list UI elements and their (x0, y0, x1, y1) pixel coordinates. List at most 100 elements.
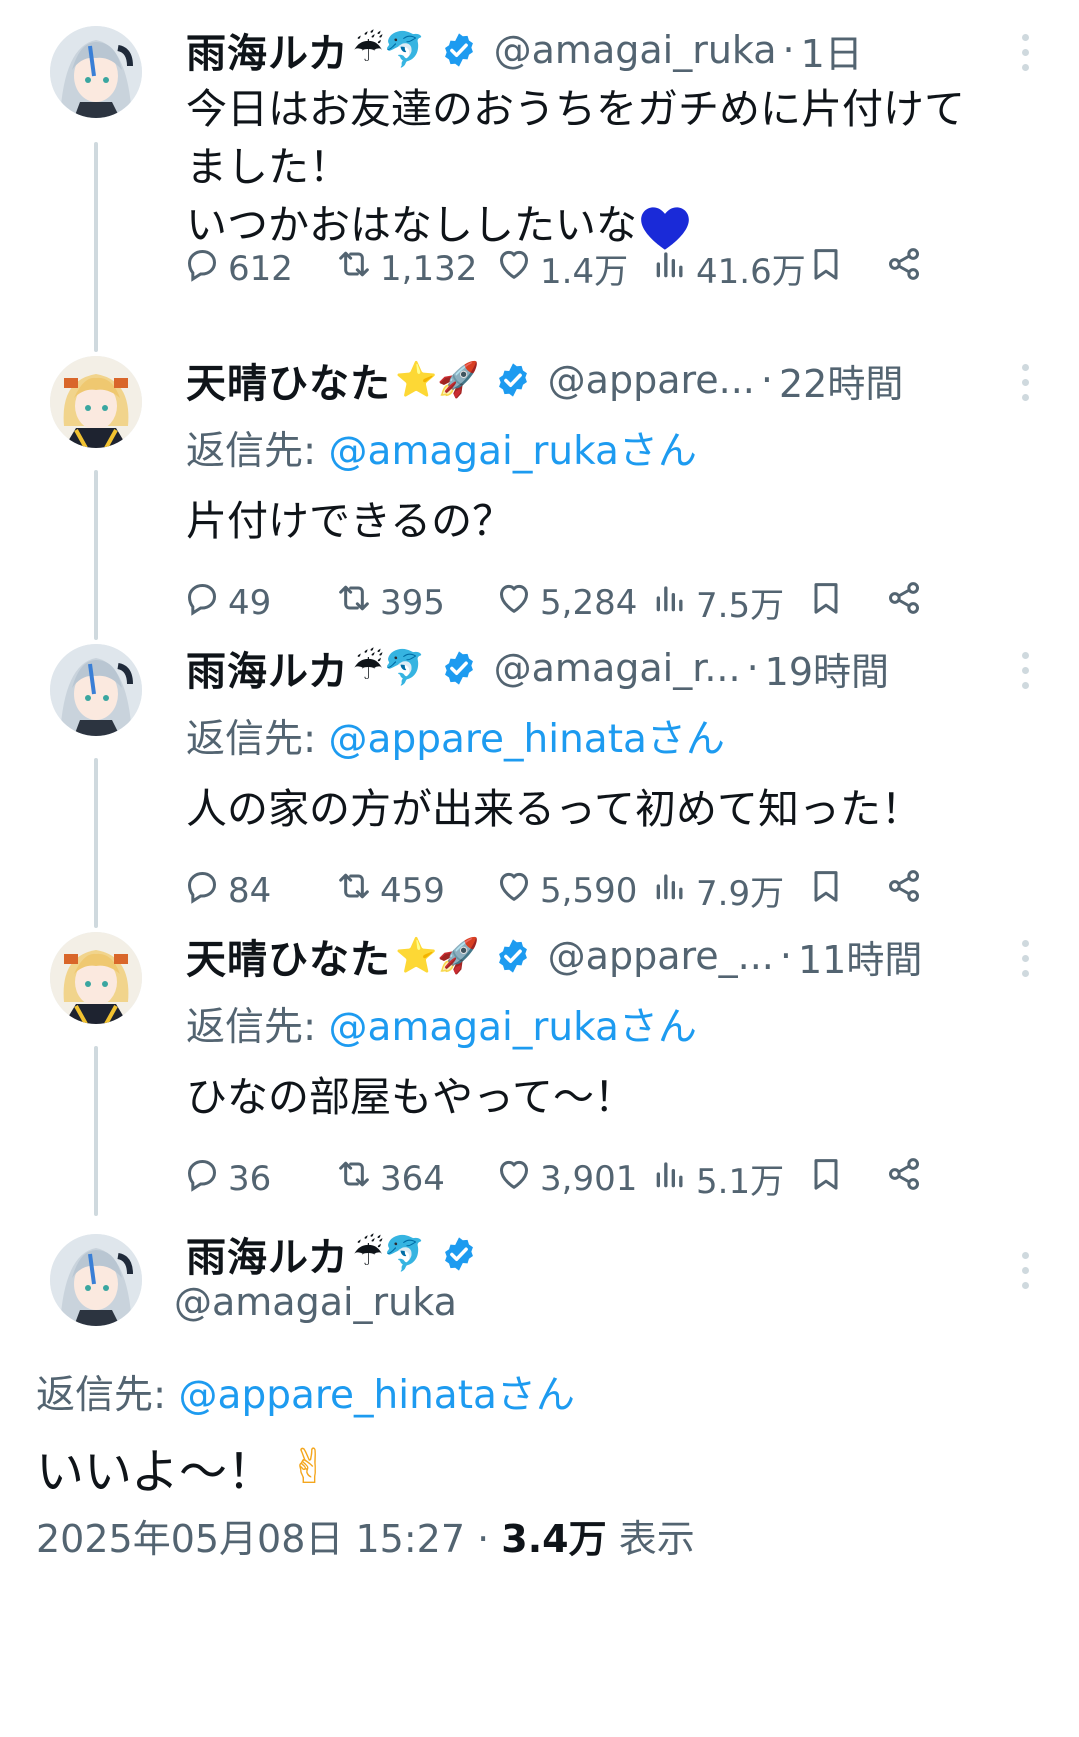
tweet-text: 人の家の方が出来るって初めて知った！ (186, 780, 1019, 838)
reply-icon (182, 866, 228, 915)
views-icon (650, 578, 696, 627)
avatar[interactable] (50, 26, 142, 118)
tweet-time[interactable]: 19時間 (765, 641, 889, 696)
more-icon[interactable] (1017, 34, 1033, 71)
handle[interactable]: @amagai_r... (494, 646, 741, 690)
handle[interactable]: @amagai_ruka (494, 28, 777, 72)
bookmark-icon (806, 244, 852, 293)
thread-line (94, 758, 98, 928)
reply-count: 49 (228, 582, 272, 623)
avatar[interactable] (50, 644, 142, 736)
views-count: 7.9万 (696, 874, 785, 914)
tweet-time[interactable]: 11時間 (798, 929, 922, 984)
display-name[interactable]: 天晴ひなた (186, 927, 391, 985)
display-name[interactable]: 雨海ルカ (186, 1225, 349, 1283)
like-button[interactable]: 1.4万 (494, 244, 628, 293)
display-name[interactable]: 天晴ひなた (186, 351, 391, 409)
views-count: 5.1万 (696, 1162, 785, 1202)
reply-to-label: 返信先: (186, 1005, 329, 1050)
like-count: 3,901 (540, 1158, 638, 1199)
views-button[interactable]: 7.9万 (650, 866, 784, 915)
reply-button[interactable]: 49 (182, 578, 271, 627)
verified-icon (494, 361, 532, 399)
share-button[interactable] (884, 866, 930, 915)
reply-to: 返信先: @amagai_rukaさん (186, 420, 697, 476)
views-button[interactable]: 7.5万 (650, 578, 784, 627)
reply-to-label: 返信先: (186, 429, 329, 474)
avatar[interactable] (50, 932, 142, 1024)
like-button[interactable]: 3,901 (494, 1154, 637, 1203)
repost-button[interactable]: 395 (334, 578, 445, 627)
share-button[interactable] (884, 1154, 930, 1203)
like-count: 5,590 (540, 870, 638, 911)
tweet-text-content: 人の家の方が出来るって初めて知った！ (186, 785, 922, 833)
more-icon[interactable] (1017, 652, 1033, 689)
share-button[interactable] (884, 578, 930, 627)
name-emoji: ⭐🚀 (395, 936, 480, 976)
name-emoji: ☔🐬 (352, 30, 426, 70)
like-count: 1.4万 (540, 252, 629, 292)
reply-to-mention[interactable]: @amagai_rukaさん (329, 429, 697, 474)
reply-button[interactable]: 612 (182, 244, 293, 293)
repost-button[interactable]: 364 (334, 1154, 445, 1203)
reply-count: 612 (228, 248, 293, 289)
name-emoji: ☔🐬 (352, 1234, 426, 1274)
handle[interactable]: @amagai_ruka (174, 1280, 457, 1324)
views-count: 41.6万 (696, 252, 806, 292)
separator-dot: · (746, 646, 759, 690)
tweet-actions: 612 1,132 1.4万 41.6万 (186, 244, 1033, 294)
handle[interactable]: @appare... (548, 358, 755, 402)
more-icon[interactable] (1017, 940, 1033, 977)
verified-icon (494, 937, 532, 975)
main-tweet-text-content: いいよ〜！ (36, 1444, 276, 1500)
repost-icon (334, 244, 380, 293)
handle[interactable]: @appare_... (548, 934, 774, 978)
more-icon[interactable] (1017, 364, 1033, 401)
like-icon (494, 866, 540, 915)
like-button[interactable]: 5,284 (494, 578, 637, 627)
tweet-time[interactable]: 1日 (801, 23, 863, 78)
tweet-text-content: 片付けできるの？ (186, 497, 514, 545)
views-button[interactable]: 41.6万 (650, 244, 806, 293)
repost-button[interactable]: 1,132 (334, 244, 477, 293)
repost-icon (334, 866, 380, 915)
like-icon (494, 244, 540, 293)
avatar[interactable] (50, 356, 142, 448)
display-name[interactable]: 雨海ルカ (186, 21, 349, 79)
bookmark-button[interactable] (806, 1154, 852, 1203)
reply-to-mention[interactable]: @appare_hinataさん (179, 1373, 575, 1418)
share-icon (884, 866, 930, 915)
tweet-time[interactable]: 22時間 (779, 353, 903, 408)
reply-icon (182, 244, 228, 293)
views-count: 3.4万 (501, 1517, 607, 1561)
thread-line (94, 1046, 98, 1216)
bookmark-icon (806, 1154, 852, 1203)
timestamp[interactable]: 2025年05月08日 15:27 (36, 1517, 465, 1561)
separator-dot: · (760, 358, 773, 402)
main-tweet-header: 雨海ルカ ☔🐬 (186, 1226, 1019, 1282)
tweet-text-content: 今日はお友達のおうちをガチめに片付けて ました！ いつかおはなししたいな (186, 85, 965, 249)
main-tweet-text: いいよ〜！ ✌ (36, 1432, 329, 1502)
verified-icon (440, 1235, 478, 1273)
repost-button[interactable]: 459 (334, 866, 445, 915)
like-button[interactable]: 5,590 (494, 866, 637, 915)
bookmark-button[interactable] (806, 244, 852, 293)
reply-button[interactable]: 84 (182, 866, 271, 915)
avatar[interactable] (50, 1234, 142, 1326)
reply-to: 返信先: @appare_hinataさん (36, 1364, 575, 1420)
views-icon (650, 244, 696, 293)
bookmark-button[interactable] (806, 866, 852, 915)
share-button[interactable] (884, 244, 930, 293)
more-icon[interactable] (1017, 1252, 1033, 1289)
thread-line (94, 142, 98, 352)
reply-button[interactable]: 36 (182, 1154, 271, 1203)
views-icon (650, 866, 696, 915)
reply-to-mention[interactable]: @amagai_rukaさん (329, 1005, 697, 1050)
bookmark-button[interactable] (806, 578, 852, 627)
repost-count: 1,132 (380, 248, 478, 289)
reply-to-mention[interactable]: @appare_hinataさん (329, 717, 725, 762)
display-name[interactable]: 雨海ルカ (186, 639, 349, 697)
views-count: 7.5万 (696, 586, 785, 626)
views-button[interactable]: 5.1万 (650, 1154, 784, 1203)
views-icon (650, 1154, 696, 1203)
